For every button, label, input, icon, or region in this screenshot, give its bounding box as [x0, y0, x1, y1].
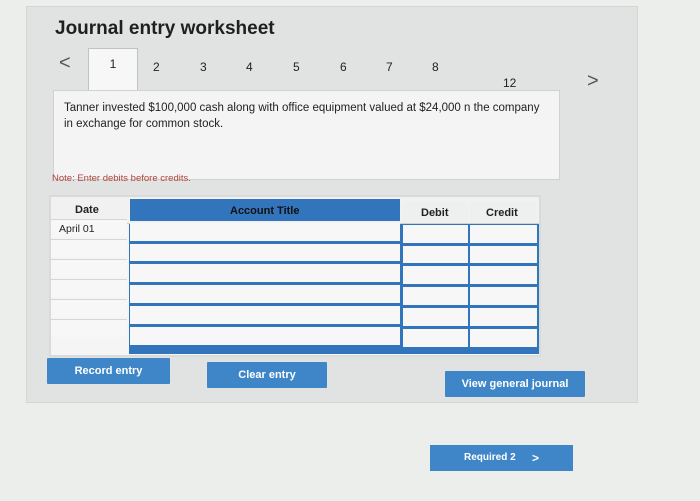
account-header-cell: Account Title [130, 199, 400, 221]
account-input-row-3[interactable] [130, 264, 400, 282]
tab-7[interactable]: 7 [386, 60, 393, 74]
tab-3[interactable]: 3 [200, 60, 207, 74]
date-cell-row-5[interactable] [51, 299, 127, 317]
date-cell-row-2[interactable] [51, 239, 127, 257]
debit-input-row-6[interactable] [403, 329, 468, 347]
prev-tab-arrow-icon[interactable]: < [59, 52, 71, 75]
date-cell-row-4[interactable] [51, 279, 127, 297]
tab-8[interactable]: 8 [432, 60, 439, 74]
required-2-button[interactable]: Required 2 > [430, 445, 573, 471]
tab-4[interactable]: 4 [246, 60, 253, 74]
credit-input-row-6[interactable] [470, 329, 537, 347]
chevron-right-icon: > [532, 451, 540, 465]
date-header: Date [75, 204, 99, 216]
account-input-row-6[interactable] [130, 327, 400, 345]
credit-input-row-1[interactable] [470, 225, 537, 243]
account-input-row-1[interactable] [130, 223, 400, 241]
credit-header-cell: Credit [470, 202, 537, 223]
credit-input-row-2[interactable] [470, 246, 537, 263]
account-input-row-2[interactable] [130, 244, 400, 261]
view-general-journal-button[interactable]: View general journal [445, 371, 585, 397]
next-tab-arrow-icon[interactable]: > [587, 70, 599, 93]
tab-6[interactable]: 6 [340, 60, 347, 74]
record-entry-button[interactable]: Record entry [47, 358, 170, 384]
journal-entry-table: Date Account Title Debit Credit April 01 [49, 195, 541, 357]
debit-input-row-1[interactable] [403, 225, 468, 243]
date-cell-row-3[interactable] [51, 259, 127, 277]
date-cell-row-1[interactable]: April 01 [51, 219, 127, 237]
debit-header-cell: Debit [403, 202, 468, 223]
date-cell-row-6[interactable] [51, 319, 127, 337]
page-title: Journal entry worksheet [55, 18, 275, 39]
debit-input-row-2[interactable] [403, 246, 468, 263]
debit-input-row-4[interactable] [403, 287, 468, 305]
account-title-header: Account Title [230, 205, 300, 217]
tab-5[interactable]: 5 [293, 60, 300, 74]
clear-entry-button[interactable]: Clear entry [207, 362, 327, 388]
account-input-row-5[interactable] [130, 306, 400, 324]
credit-header: Credit [486, 207, 518, 219]
debit-input-row-3[interactable] [403, 266, 468, 284]
credit-input-row-4[interactable] [470, 287, 537, 305]
debit-input-row-5[interactable] [403, 308, 468, 326]
required-button-label: Required 2 [464, 452, 516, 463]
transaction-description-box: Tanner invested $100,000 cash along with… [53, 90, 560, 180]
note-text: Note: Enter debits before credits. [52, 173, 191, 184]
credit-input-row-3[interactable] [470, 266, 537, 284]
tab-2[interactable]: 2 [153, 60, 160, 74]
transaction-description: Tanner invested $100,000 cash along with… [64, 102, 540, 130]
credit-input-row-5[interactable] [470, 308, 537, 326]
debit-header: Debit [421, 207, 449, 219]
tab-12[interactable]: 12 [503, 76, 516, 90]
account-input-row-4[interactable] [130, 285, 400, 303]
